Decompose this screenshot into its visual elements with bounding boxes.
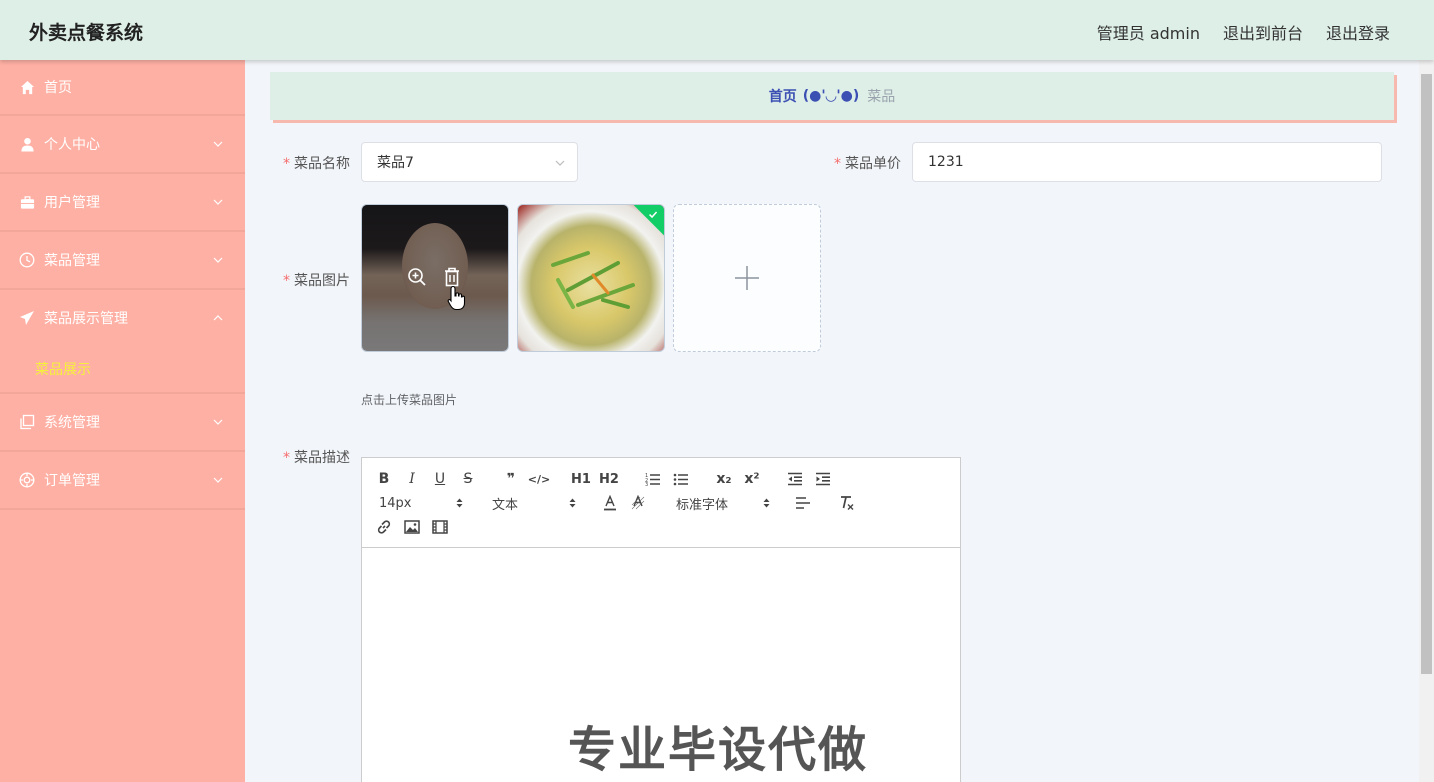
align-left-icon[interactable] [793, 493, 813, 513]
food-photo [551, 251, 635, 309]
sidebar-item-dish-display-management[interactable]: 菜品展示管理 [0, 290, 245, 346]
font-family-select[interactable]: 标准字体 [676, 493, 770, 513]
bold-button[interactable]: B [374, 469, 394, 489]
upload-success-badge [632, 205, 664, 237]
sidebar-item-label: 菜品展示管理 [44, 311, 128, 327]
sidebar-item-label: 订单管理 [44, 473, 100, 489]
sidebar-item-label: 个人中心 [44, 137, 100, 153]
send-icon [19, 310, 35, 326]
font-size-select[interactable]: 14px [379, 493, 463, 513]
chevron-up-icon [213, 315, 223, 321]
sidebar-item-user-management[interactable]: 用户管理 [0, 174, 245, 232]
link-icon[interactable] [374, 517, 394, 537]
chevron-down-icon [213, 477, 223, 483]
app-title: 外卖点餐系统 [29, 22, 144, 44]
dish-price-label: * 菜品单价 [834, 156, 901, 172]
check-icon [649, 205, 664, 219]
dish-price-value: 1231 [928, 154, 964, 170]
sidebar-item-label: 用户管理 [44, 195, 100, 211]
scrollbar-thumb[interactable] [1421, 74, 1432, 674]
breadcrumb-separator: (●'◡'●) [802, 88, 860, 104]
sidebar-item-home[interactable]: 首页 [0, 60, 245, 116]
dish-description-label: * 菜品描述 [283, 450, 350, 466]
chevron-down-icon [213, 141, 223, 147]
breadcrumb: 首页 (●'◡'●) 菜品 [270, 72, 1394, 120]
select-arrows-icon [569, 498, 576, 508]
select-arrows-icon [456, 498, 463, 508]
subscript-button[interactable]: x₂ [714, 469, 734, 489]
indent-icon[interactable] [813, 469, 833, 489]
zoom-in-icon[interactable] [406, 266, 428, 288]
italic-button[interactable]: I [402, 469, 422, 489]
image-icon[interactable] [402, 517, 422, 537]
sidebar-item-order-management[interactable]: 订单管理 [0, 452, 245, 510]
sidebar-item-label: 系统管理 [44, 415, 100, 431]
dish-image-label: * 菜品图片 [283, 273, 350, 289]
header-2-button[interactable]: H2 [599, 469, 619, 489]
sidebar-item-dish-management[interactable]: 菜品管理 [0, 232, 245, 290]
copy-icon [19, 414, 35, 430]
outdent-icon[interactable] [785, 469, 805, 489]
sidebar-subitem-dish-display[interactable]: 菜品展示 [0, 346, 245, 394]
main-content: 首页 (●'◡'●) 菜品 * 菜品名称 菜品7 * 菜品单价 1231 * 菜品图片 [245, 60, 1419, 782]
breadcrumb-home[interactable]: 首页 [769, 86, 797, 106]
blockquote-button[interactable]: ❞ [501, 469, 521, 489]
svg-text:3: 3 [645, 482, 648, 486]
chevron-down-icon [555, 160, 565, 166]
editor-toolbar: B I U S ❞ </> H1 H2 123 x₂ x² 14px 文本 标准… [362, 458, 960, 548]
select-arrows-icon [763, 498, 770, 508]
video-icon[interactable] [430, 517, 450, 537]
chevron-down-icon [213, 419, 223, 425]
uploaded-image-2[interactable] [517, 204, 665, 352]
breadcrumb-current: 菜品 [867, 89, 896, 105]
home-icon [19, 79, 35, 95]
font-color-icon[interactable] [600, 493, 620, 513]
dish-name-value: 菜品7 [377, 155, 414, 171]
chevron-down-icon [213, 199, 223, 205]
uploaded-image-1[interactable] [361, 204, 509, 352]
plus-icon [735, 266, 759, 290]
background-color-icon[interactable] [628, 493, 648, 513]
code-block-button[interactable]: </> [528, 469, 550, 489]
sidebar-item-system-management[interactable]: 系统管理 [0, 394, 245, 452]
logout-link[interactable]: 退出登录 [1326, 20, 1390, 44]
superscript-button[interactable]: x² [742, 469, 762, 489]
text-type-select[interactable]: 文本 [492, 493, 576, 513]
sidebar-item-label: 菜品管理 [44, 253, 100, 269]
user-icon [19, 136, 35, 152]
image-hover-overlay [362, 205, 508, 351]
header-1-button[interactable]: H1 [571, 469, 591, 489]
strike-button[interactable]: S [458, 469, 478, 489]
admin-user-label: 管理员 admin [1096, 24, 1200, 43]
watermark-text: 专业毕设代做 [568, 722, 869, 778]
add-image-button[interactable] [673, 204, 821, 352]
bullet-list-icon[interactable] [671, 469, 691, 489]
top-header: 外卖点餐系统 管理员 admin 退出到前台 退出登录 [0, 0, 1434, 60]
sidebar-menu: 首页 个人中心 用户管理 菜品管理 菜品展示管理 菜品展示 系统管理 订单管理 [0, 60, 245, 782]
target-icon [19, 472, 35, 488]
briefcase-icon [19, 194, 35, 210]
underline-button[interactable]: U [430, 469, 450, 489]
upload-tip: 点击上传菜品图片 [361, 393, 458, 407]
dish-price-input[interactable]: 1231 [912, 142, 1382, 182]
ordered-list-icon[interactable]: 123 [643, 469, 663, 489]
dish-name-label: * 菜品名称 [283, 156, 350, 172]
sidebar-item-label: 首页 [44, 80, 72, 96]
dish-name-select[interactable]: 菜品7 [361, 142, 578, 182]
header-actions: 管理员 admin 退出到前台 退出登录 [1097, 20, 1390, 44]
sidebar-item-personal-center[interactable]: 个人中心 [0, 116, 245, 174]
page-scrollbar[interactable] [1419, 60, 1434, 782]
clock-icon [19, 252, 35, 268]
hand-cursor-icon [447, 285, 466, 311]
clear-format-icon[interactable] [837, 493, 857, 513]
chevron-down-icon [213, 257, 223, 263]
back-to-front-link[interactable]: 退出到前台 [1223, 20, 1303, 44]
